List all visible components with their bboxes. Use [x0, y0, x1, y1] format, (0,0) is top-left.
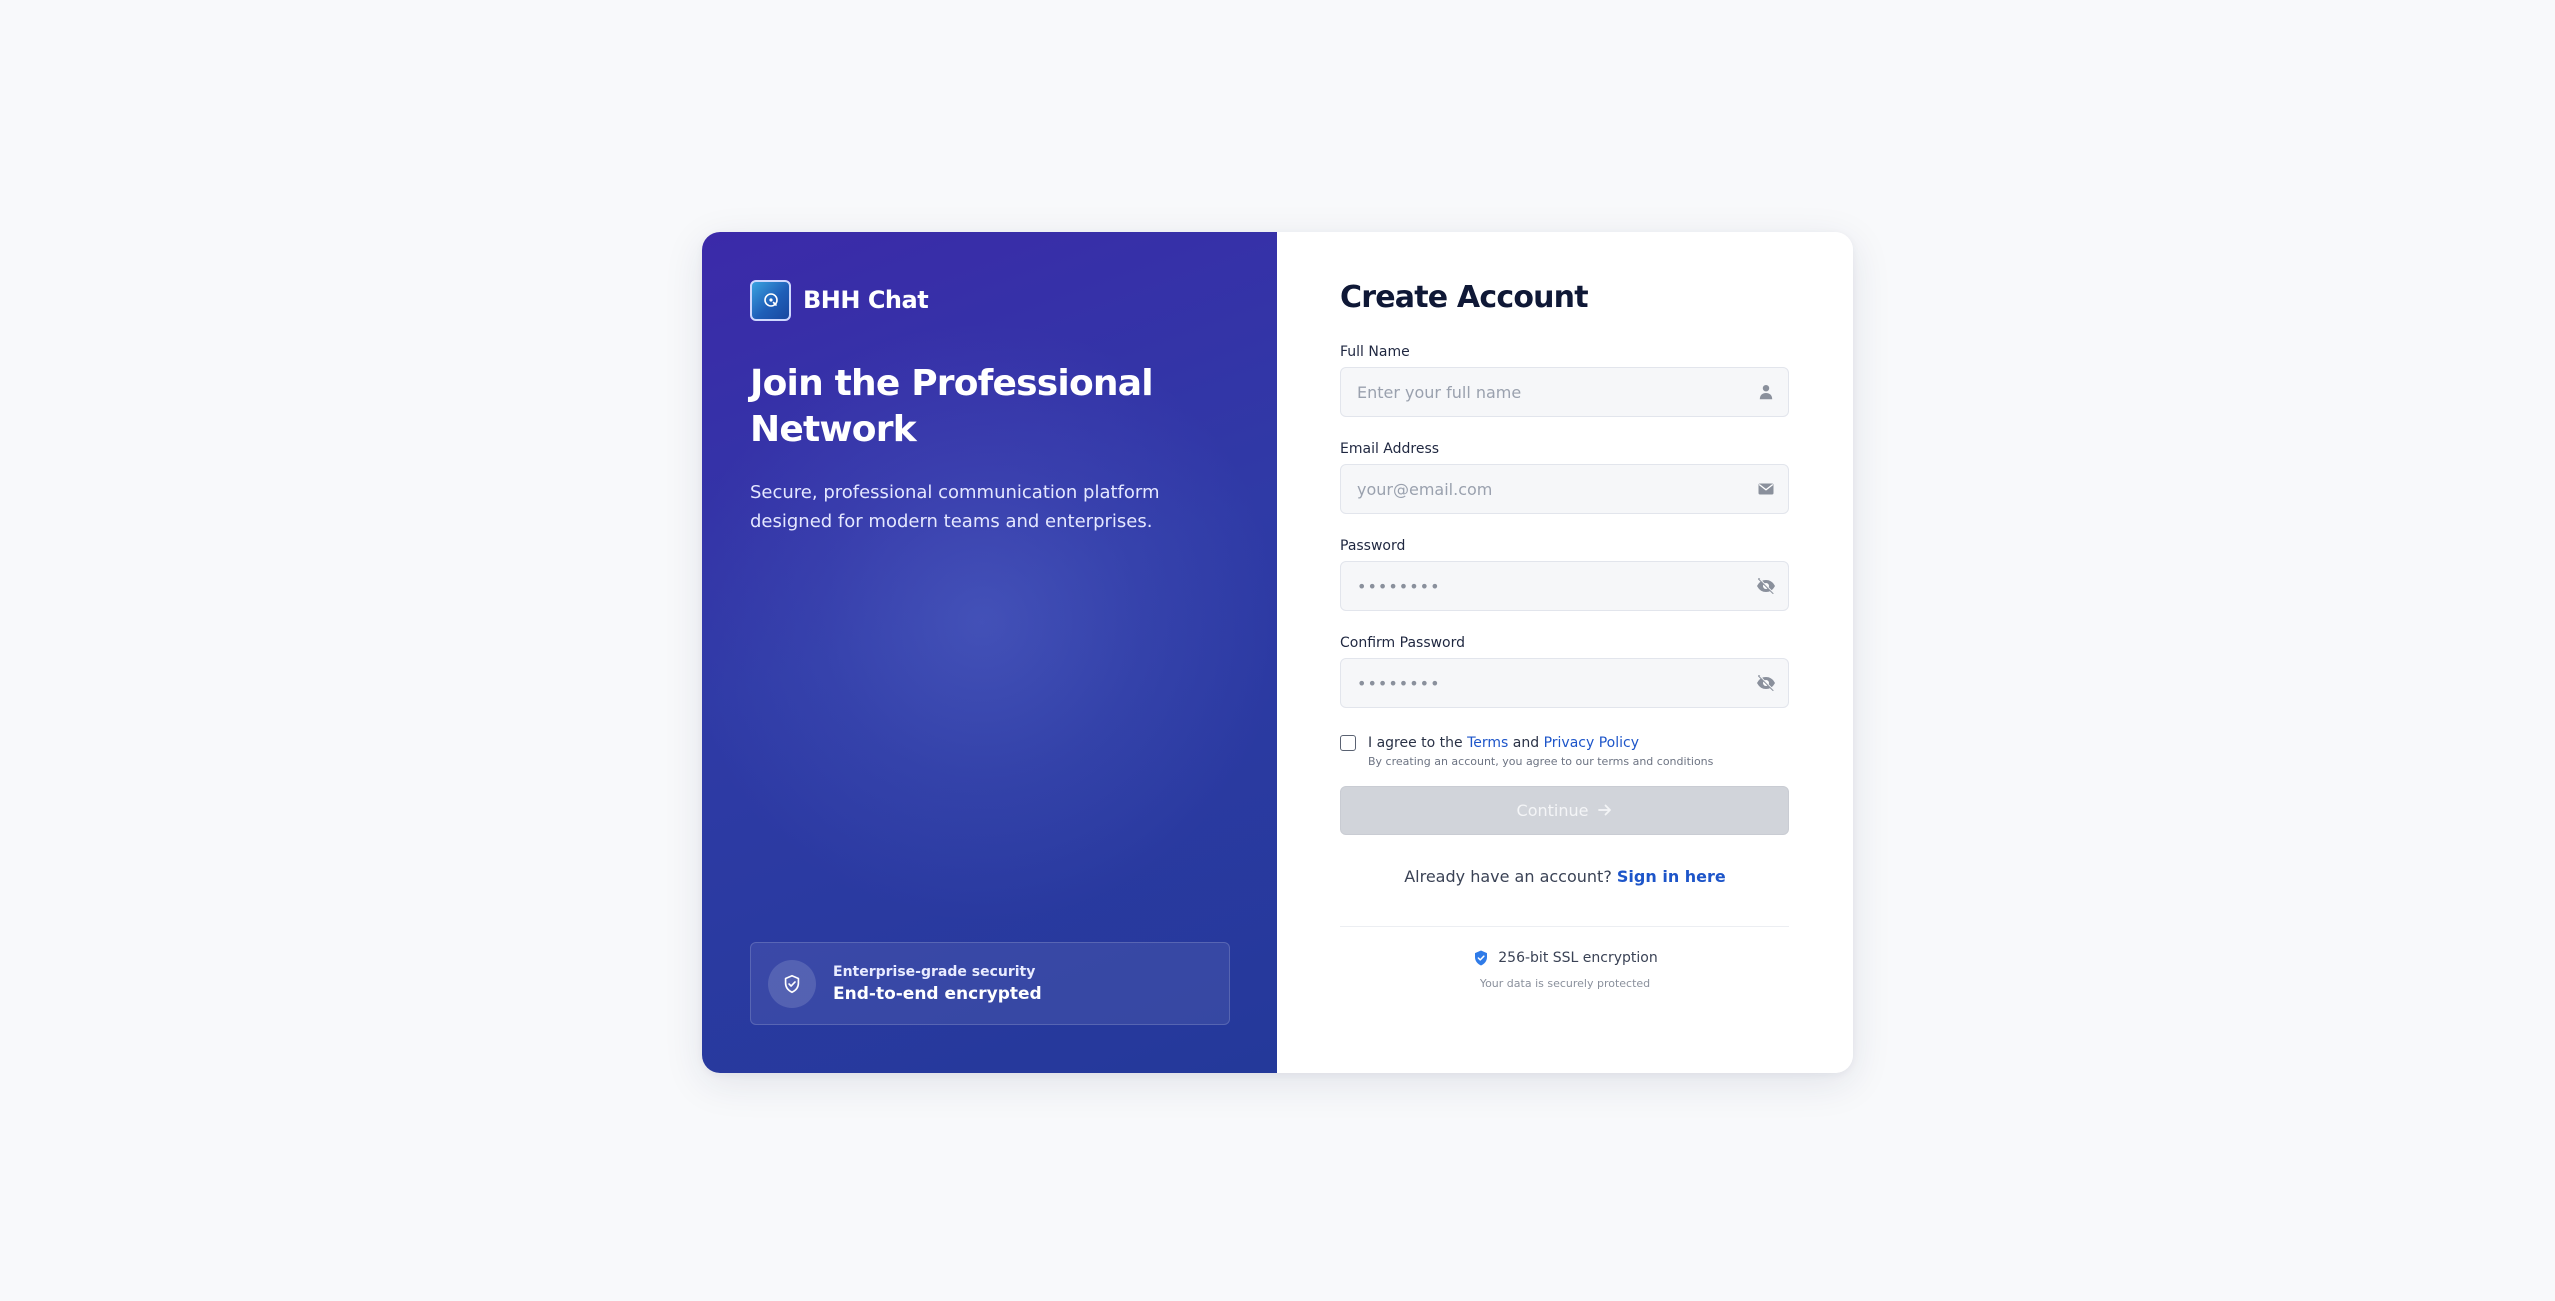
mail-icon: [1756, 479, 1776, 499]
chat-logo-icon: [750, 279, 791, 321]
confirm-password-field: Confirm Password: [1340, 634, 1790, 708]
ssl-note: Your data is securely protected: [1479, 977, 1651, 990]
security-value: End-to-end encrypted: [833, 983, 1042, 1004]
ssl-label: 256-bit SSL encryption: [1498, 950, 1658, 966]
agree-note: By creating an account, you agree to our…: [1368, 755, 1714, 768]
continue-label: Continue: [1516, 801, 1589, 820]
signin-text: Already have an account?: [1404, 867, 1612, 886]
full-name-label: Full Name: [1340, 344, 1410, 360]
terms-checkbox[interactable]: [1340, 735, 1356, 751]
full-name-input[interactable]: [1341, 368, 1788, 416]
terms-agreement: I agree to the Terms and Privacy Policy …: [1340, 734, 1790, 768]
user-icon: [1756, 382, 1776, 402]
security-label: Enterprise-grade security: [833, 963, 1036, 980]
ssl-notice: 256-bit SSL encryption: [1340, 949, 1790, 967]
terms-link[interactable]: Terms: [1467, 735, 1508, 751]
signup-card: BHH Chat Join the Professional Network S…: [702, 232, 1853, 1073]
shield-check-icon: [768, 959, 816, 1008]
signin-link[interactable]: Sign in here: [1617, 867, 1726, 886]
email-label: Email Address: [1340, 441, 1440, 457]
password-label: Password: [1340, 538, 1406, 554]
eye-off-icon[interactable]: [1756, 673, 1776, 693]
arrow-right-icon: [1598, 801, 1612, 820]
hero-tagline: Secure, professional communication platf…: [750, 482, 1160, 532]
form-title: Create Account: [1340, 280, 1589, 315]
confirm-password-label: Confirm Password: [1340, 635, 1466, 651]
signin-prompt: Already have an account? Sign in here: [1340, 867, 1790, 886]
hero-panel: BHH Chat Join the Professional Network S…: [702, 232, 1277, 1073]
eye-off-icon[interactable]: [1756, 576, 1776, 596]
signup-form: Create Account Full Name Email Address: [1277, 232, 1853, 1073]
password-input[interactable]: [1341, 562, 1788, 610]
password-field: Password: [1340, 537, 1790, 611]
continue-button[interactable]: Continue: [1340, 786, 1789, 835]
confirm-password-input[interactable]: [1341, 659, 1788, 707]
security-badge: Enterprise-grade security End-to-end enc…: [750, 942, 1230, 1025]
full-name-field: Full Name: [1340, 343, 1790, 417]
email-field: Email Address: [1340, 440, 1790, 514]
brand: BHH Chat: [750, 279, 1229, 321]
agree-and: and: [1512, 735, 1540, 751]
divider: [1340, 926, 1789, 927]
brand-name: BHH Chat: [803, 286, 929, 314]
agree-prefix: I agree to the: [1368, 735, 1463, 751]
hero-headline: Join the Professional Network: [750, 363, 1154, 450]
email-input[interactable]: [1341, 465, 1788, 513]
shield-check-icon: [1472, 949, 1490, 967]
privacy-policy-link[interactable]: Privacy Policy: [1544, 735, 1639, 751]
